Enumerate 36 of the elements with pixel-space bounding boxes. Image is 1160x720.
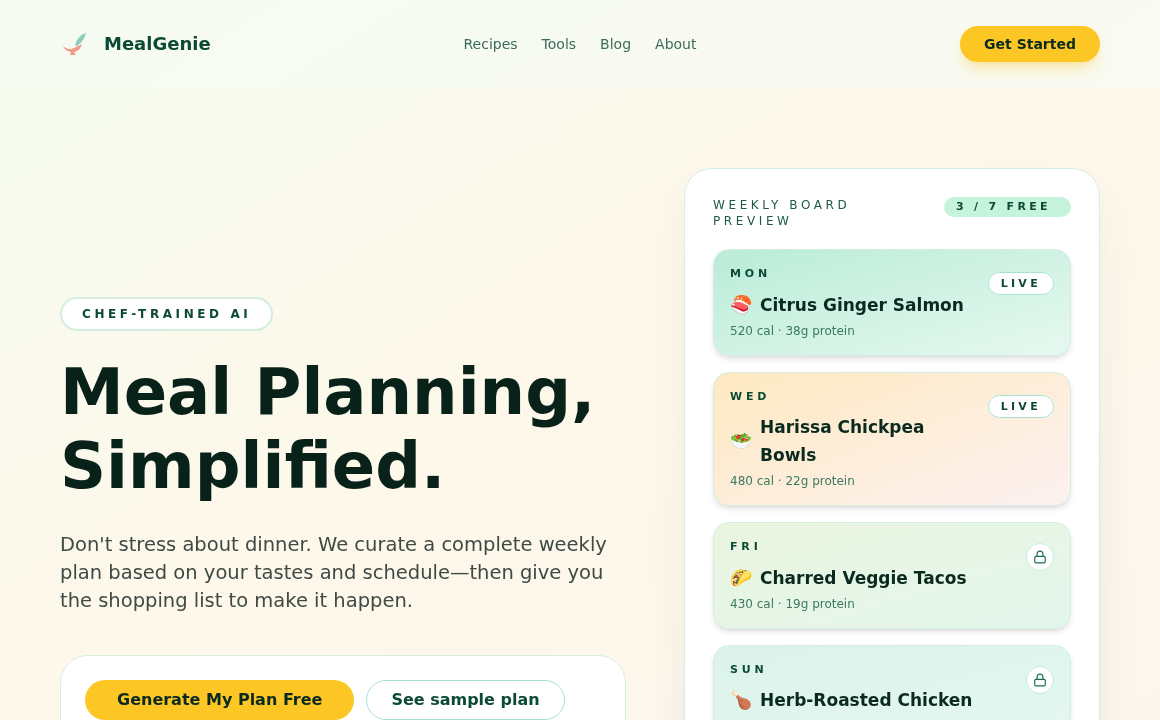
board-title: WEEKLY BOARD PREVIEW xyxy=(713,197,852,229)
meal-card[interactable]: MON 🍣 Citrus Ginger Salmon 520 cal · 38g protein LIVE xyxy=(713,249,1071,356)
sample-plan-button[interactable]: See sample plan xyxy=(366,680,565,720)
meal-name: Charred Veggie Tacos xyxy=(760,566,967,590)
meal-stats: 480 cal · 22g protein xyxy=(730,473,856,489)
meal-name: Citrus Ginger Salmon xyxy=(760,293,964,317)
nav-link[interactable]: About xyxy=(655,34,697,54)
day-label: FRI xyxy=(730,539,763,555)
nav-link[interactable]: Tools xyxy=(541,34,577,54)
meal-emoji-icon: 🍣 xyxy=(730,290,752,319)
hero-badge: CHEF-TRAINED AI xyxy=(60,297,274,331)
brand-name: MealGenie xyxy=(104,32,211,56)
get-started-button[interactable]: Get Started xyxy=(960,26,1100,62)
lock-icon xyxy=(1026,665,1054,694)
nav-link[interactable]: Blog xyxy=(600,34,632,54)
meal-stats: 520 cal · 38g protein xyxy=(730,322,856,339)
meal-emoji-icon: 🥗 xyxy=(730,427,752,455)
hero-title: Meal Planning, Simplified. xyxy=(60,355,597,503)
lock-icon xyxy=(1026,543,1054,571)
day-label: SUN xyxy=(730,661,769,678)
meal-card[interactable]: FRI 🌮 Charred Veggie Tacos 430 cal · 19g protein xyxy=(713,522,1071,629)
genie-lamp-logo-icon xyxy=(60,31,88,57)
live-badge: LIVE xyxy=(987,272,1054,295)
meal-name: Herb-Roasted Chicken xyxy=(760,689,973,712)
meal-emoji-icon: 🌮 xyxy=(730,563,752,592)
live-badge: LIVE xyxy=(987,394,1054,418)
nav-link[interactable]: Recipes xyxy=(463,34,518,54)
free-count-badge: 3 / 7 FREE xyxy=(944,197,1071,217)
meal-stats: 430 cal · 19g protein xyxy=(730,595,856,612)
meal-card[interactable]: SUN 🍗 Herb-Roasted Chicken xyxy=(713,644,1071,720)
generate-plan-button[interactable]: Generate My Plan Free xyxy=(85,680,355,720)
day-label: WED xyxy=(730,388,772,405)
meal-emoji-icon: 🍗 xyxy=(730,686,752,714)
meal-name: Harissa Chickpea Bowls xyxy=(760,416,926,467)
day-label: MON xyxy=(730,266,773,282)
hero-description: Don't stress about dinner. We curate a complete weekly plan based on your tastes and schedule—then give you the shopping list to make it happen. xyxy=(60,532,608,614)
